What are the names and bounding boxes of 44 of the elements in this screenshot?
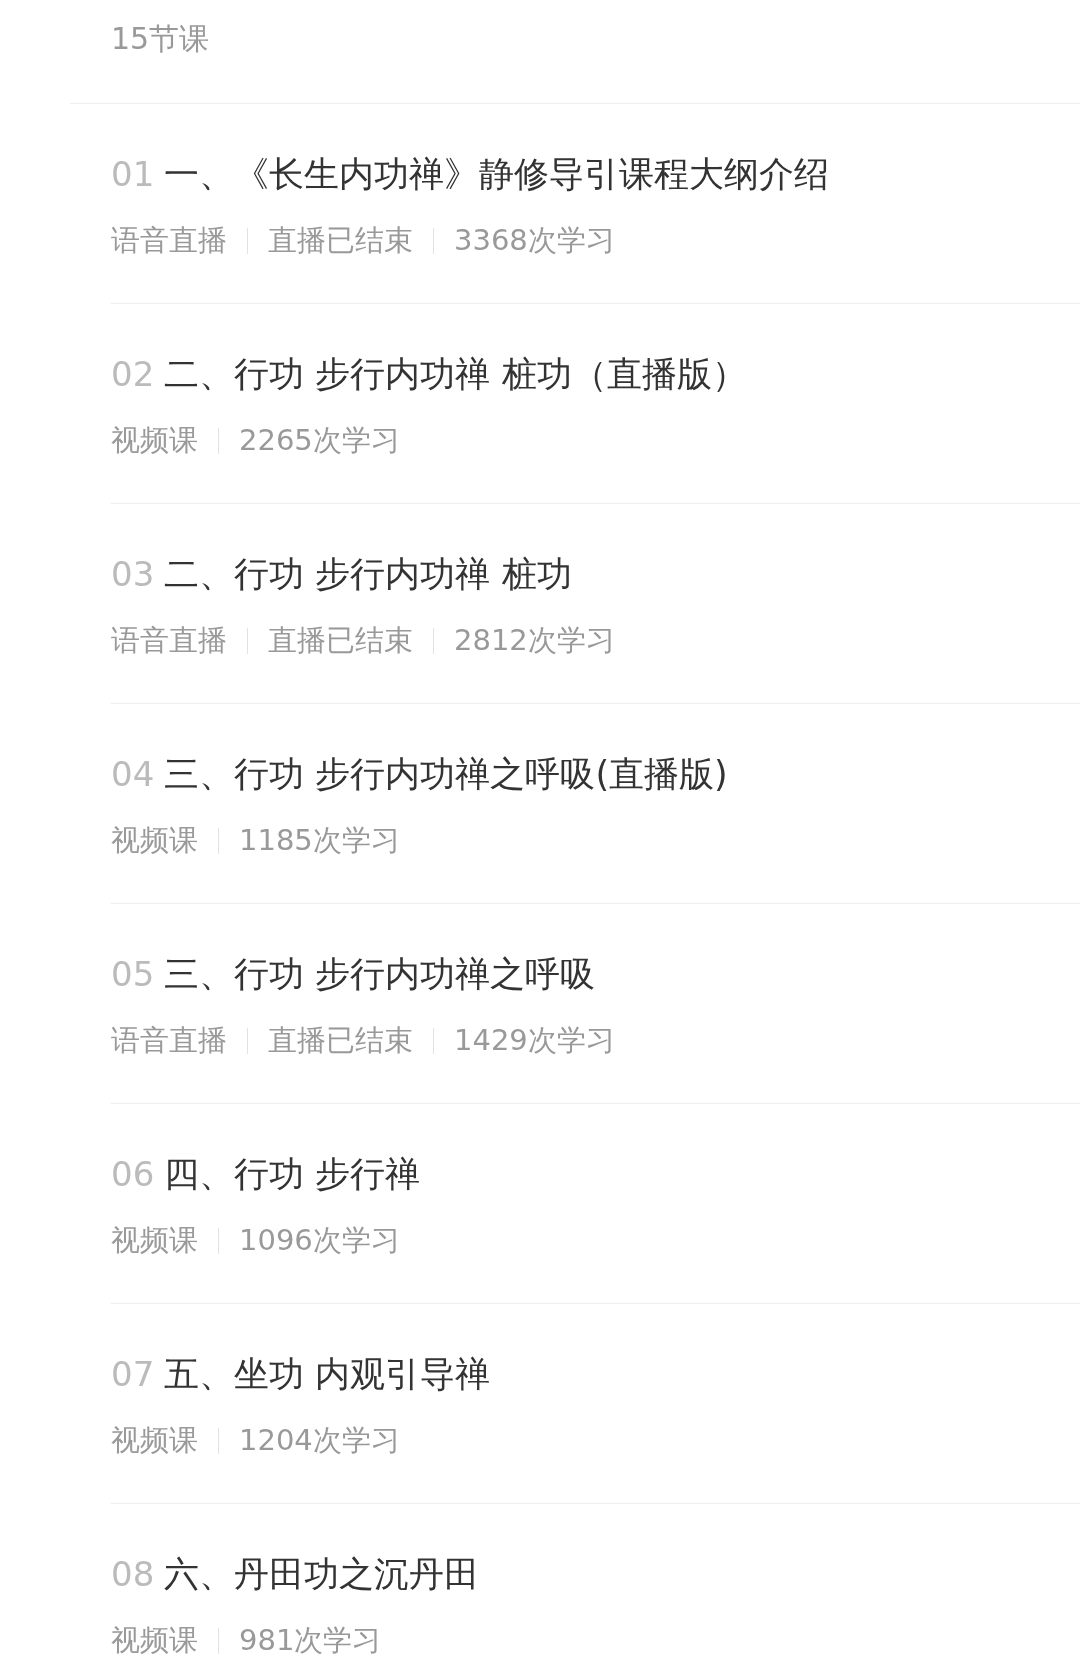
lesson-meta: 1204次学习 (239, 1422, 400, 1459)
lesson-title: 五、坐功 内观引导禅 (164, 1352, 491, 1396)
lesson-meta: 视频课 (111, 1222, 198, 1259)
lesson-item[interactable]: 02 二、行功 步行内功禅 桩功（直播版） 视频课 2265次学习 (111, 304, 1080, 504)
lesson-meta: 语音直播 (111, 622, 227, 659)
lesson-item[interactable]: 01 一、《长生内功禅》静修导引课程大纲介绍 语音直播 直播已结束 3368次学习 (111, 104, 1080, 304)
lesson-meta: 语音直播 (111, 222, 227, 259)
lesson-item[interactable]: 05 三、行功 步行内功禅之呼吸 语音直播 直播已结束 1429次学习 (111, 904, 1080, 1104)
lesson-number: 08 (111, 1554, 155, 1594)
lesson-meta: 直播已结束 (268, 222, 413, 259)
lesson-meta: 1096次学习 (239, 1222, 400, 1259)
lesson-number: 01 (111, 154, 155, 194)
lesson-meta: 直播已结束 (268, 622, 413, 659)
lesson-number: 05 (111, 954, 155, 994)
lesson-title: 一、《长生内功禅》静修导引课程大纲介绍 (164, 152, 830, 196)
lesson-item[interactable]: 06 四、行功 步行禅 视频课 1096次学习 (111, 1104, 1080, 1304)
lesson-meta: 2265次学习 (239, 422, 400, 459)
lesson-meta: 1185次学习 (239, 822, 400, 859)
lesson-meta: 2812次学习 (454, 622, 615, 659)
lesson-meta: 直播已结束 (268, 1022, 413, 1059)
lesson-meta: 语音直播 (111, 1022, 227, 1059)
lesson-meta: 视频课 (111, 422, 198, 459)
lesson-number: 02 (111, 354, 155, 394)
lesson-item[interactable]: 03 二、行功 步行内功禅 桩功 语音直播 直播已结束 2812次学习 (111, 504, 1080, 704)
lesson-title: 六、丹田功之沉丹田 (164, 1552, 480, 1596)
lesson-meta: 3368次学习 (454, 222, 615, 259)
lesson-meta: 981次学习 (239, 1622, 382, 1659)
lesson-item[interactable]: 04 三、行功 步行内功禅之呼吸(直播版) 视频课 1185次学习 (111, 704, 1080, 904)
lesson-meta: 视频课 (111, 1422, 198, 1459)
lesson-title: 三、行功 步行内功禅之呼吸(直播版) (164, 752, 728, 796)
lesson-number: 03 (111, 554, 155, 594)
lesson-item[interactable]: 08 六、丹田功之沉丹田 视频课 981次学习 (111, 1504, 1080, 1680)
lesson-title: 二、行功 步行内功禅 桩功（直播版） (164, 352, 747, 396)
lesson-meta: 视频课 (111, 1622, 198, 1659)
lesson-number: 07 (111, 1354, 155, 1394)
lesson-item[interactable]: 07 五、坐功 内观引导禅 视频课 1204次学习 (111, 1304, 1080, 1504)
lesson-count: 15节课 (111, 21, 210, 56)
lesson-title: 二、行功 步行内功禅 桩功 (164, 552, 572, 596)
lesson-title: 四、行功 步行禅 (164, 1152, 421, 1196)
lesson-number: 04 (111, 754, 155, 794)
lesson-title: 三、行功 步行内功禅之呼吸 (164, 952, 596, 996)
lesson-number: 06 (111, 1154, 155, 1194)
lesson-meta: 视频课 (111, 822, 198, 859)
lesson-meta: 1429次学习 (454, 1022, 615, 1059)
